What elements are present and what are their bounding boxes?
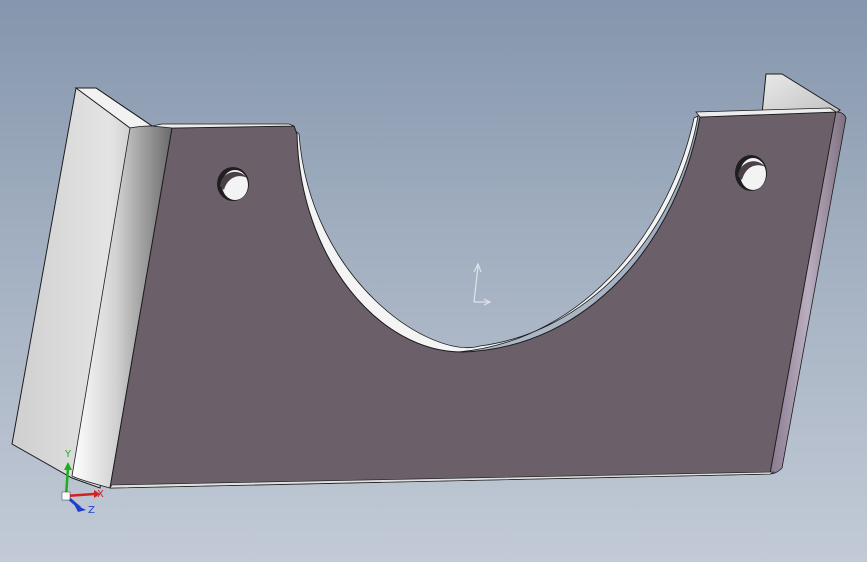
- graphics-viewport[interactable]: X Y Z: [0, 0, 867, 562]
- mounting-hole-left[interactable]: [217, 167, 249, 201]
- mounting-hole-right[interactable]: [735, 155, 767, 191]
- triad-x-label: X: [97, 489, 104, 500]
- triad-x-axis: X: [65, 489, 104, 500]
- origin-marker: [473, 262, 492, 306]
- triad-y-label: Y: [64, 449, 72, 460]
- triad-z-label: Z: [88, 505, 95, 516]
- model-scene[interactable]: X Y Z: [0, 0, 867, 562]
- triad-z-axis: Z: [65, 494, 95, 516]
- main-face[interactable]: [109, 111, 837, 489]
